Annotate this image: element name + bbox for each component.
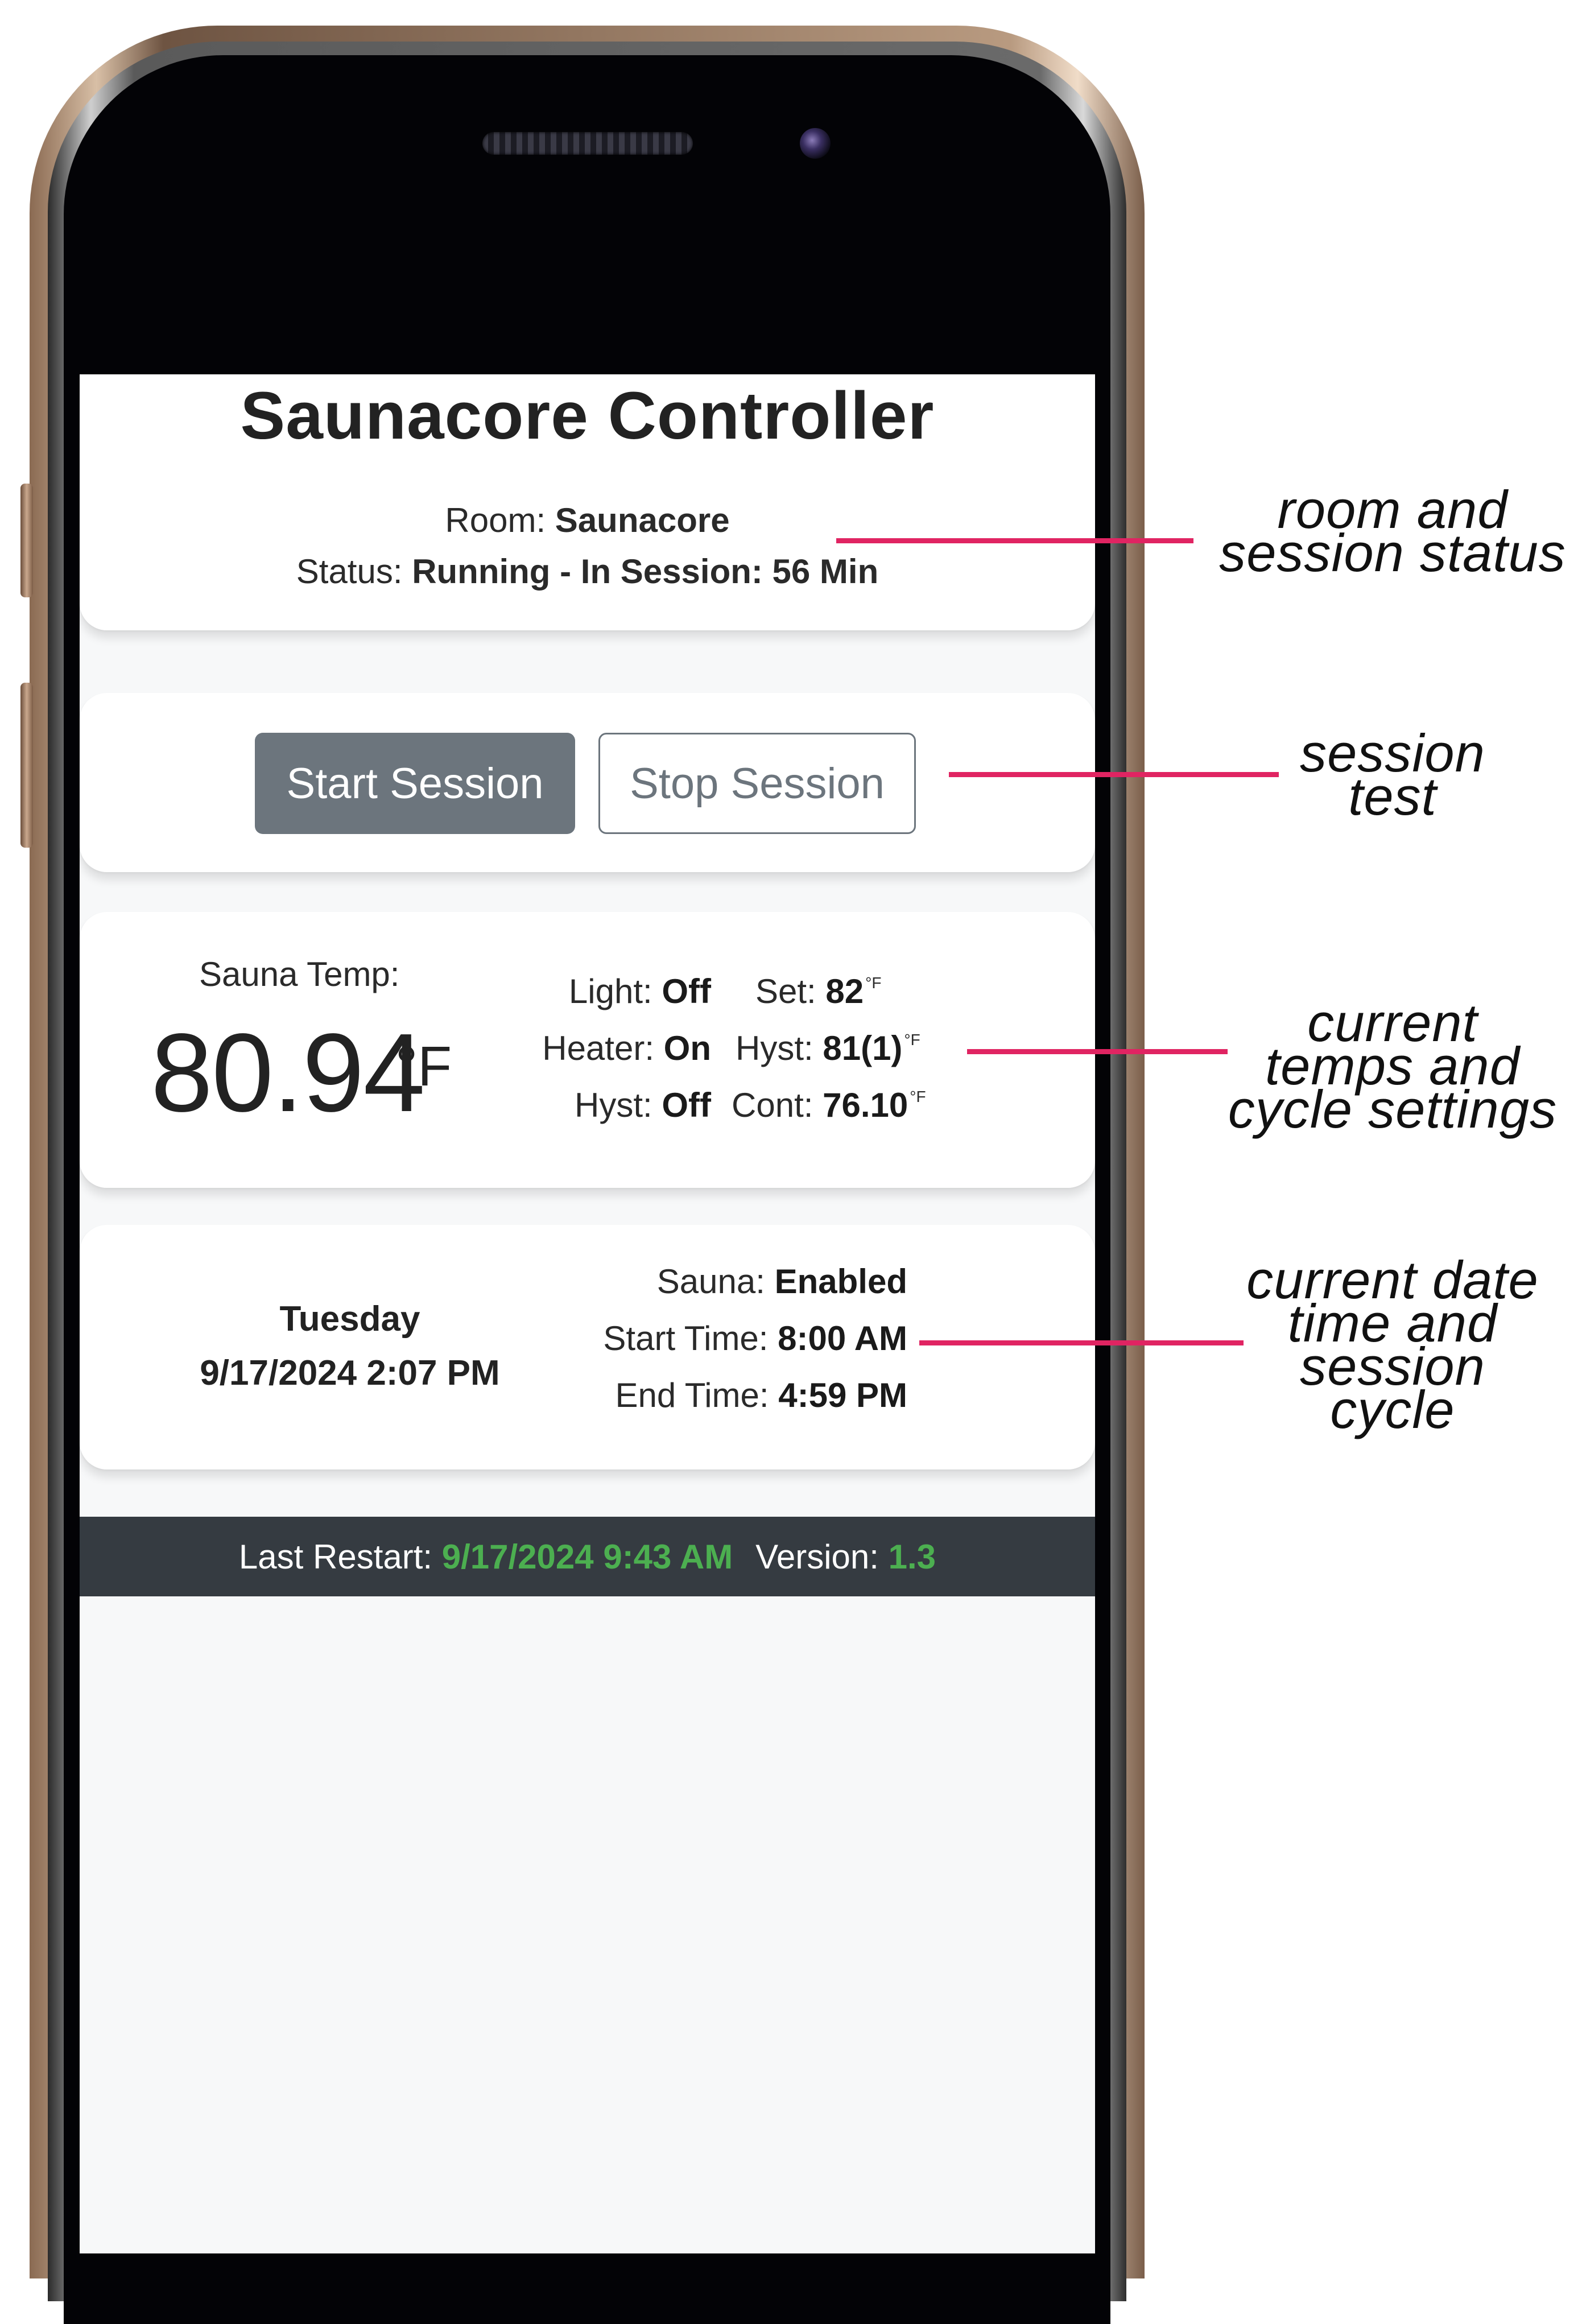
session-controls-card: Start Session Stop Session xyxy=(80,693,1095,872)
last-restart-value: 9/17/2024 9:43 AM xyxy=(441,1537,733,1576)
temperature-card: Sauna Temp: 80.94 °F Light: Off Heater: … xyxy=(80,912,1095,1188)
version-label: Version: xyxy=(755,1537,879,1576)
start-time-label: Start Time: xyxy=(603,1319,769,1357)
sauna-temp-unit: °F xyxy=(395,1035,452,1097)
heater-label: Heater: xyxy=(542,1029,654,1067)
schedule-card: Tuesday 9/17/2024 2:07 PM Sauna: Enabled… xyxy=(80,1225,1095,1469)
heater-value: On xyxy=(663,1029,711,1067)
cont-label: Cont: xyxy=(732,1086,813,1124)
annotation-session-test: session test xyxy=(1205,726,1580,826)
annotation-temps: current temps and cycle settings xyxy=(1205,996,1580,1139)
heater-status: Heater: On xyxy=(542,1029,711,1068)
room-value: Saunacore xyxy=(555,501,730,539)
hyst-state-label: Hyst: xyxy=(575,1086,652,1124)
set-value: 82 xyxy=(825,972,864,1010)
cont-temp: Cont: 76.10 °F xyxy=(732,1085,926,1125)
sauna-value: Enabled xyxy=(774,1262,907,1301)
start-time-value: 8:00 AM xyxy=(778,1319,907,1357)
sauna-temp-value: 80.94 xyxy=(151,1010,425,1135)
hyst-temp: Hyst: 81(1) °F xyxy=(736,1029,920,1068)
stop-session-button[interactable]: Stop Session xyxy=(598,733,916,834)
hyst-state-value: Off xyxy=(662,1086,711,1124)
last-restart-label: Last Restart: xyxy=(238,1537,433,1576)
start-session-button[interactable]: Start Session xyxy=(255,733,575,834)
status-line: Status: Running - In Session: 56 Min xyxy=(80,552,1095,591)
version-value: 1.3 xyxy=(888,1537,936,1576)
hyst-unit: °F xyxy=(904,1031,920,1049)
current-day: Tuesday xyxy=(279,1299,420,1339)
annotation-line-room-status xyxy=(836,538,1193,543)
hyst-status: Hyst: Off xyxy=(575,1085,711,1125)
phone-volume-down-button xyxy=(20,683,33,848)
sauna-enabled-status: Sauna: Enabled xyxy=(657,1262,907,1301)
room-label: Room: xyxy=(445,501,546,539)
end-time-value: 4:59 PM xyxy=(778,1376,907,1414)
annotation-line-date-time xyxy=(919,1340,1244,1345)
annotation-room-status: room and session status xyxy=(1205,483,1580,583)
light-value: Off xyxy=(662,972,711,1010)
set-unit: °F xyxy=(865,974,882,992)
page-title: Saunacore Controller xyxy=(240,378,935,453)
annotation-date-time: current date time and session cycle xyxy=(1205,1253,1580,1439)
phone-speaker-grille xyxy=(482,132,693,155)
annotation-room-status-line-2: session status xyxy=(1219,523,1566,583)
version: Version: 1.3 xyxy=(755,1537,936,1576)
hyst-value: 81(1) xyxy=(823,1029,903,1067)
status-label: Status: xyxy=(296,552,403,591)
sauna-temp-label: Sauna Temp: xyxy=(199,955,400,993)
phone-volume-up-button xyxy=(20,484,33,597)
end-time-label: End Time: xyxy=(615,1376,769,1414)
set-label: Set: xyxy=(755,972,816,1010)
set-temp: Set: 82 °F xyxy=(755,972,881,1011)
footer-bar: Last Restart: 9/17/2024 9:43 AM Version:… xyxy=(80,1517,1095,1596)
room-line: Room: Saunacore xyxy=(80,501,1095,540)
end-time: End Time: 4:59 PM xyxy=(615,1376,907,1415)
annotation-temps-line-3: cycle settings xyxy=(1228,1079,1558,1139)
header-card: Saunacore Controller Room: Saunacore Sta… xyxy=(80,374,1095,630)
annotation-line-temps xyxy=(967,1049,1228,1054)
app-screen: Saunacore Controller Room: Saunacore Sta… xyxy=(80,374,1095,2253)
annotation-date-time-line-4: cycle xyxy=(1330,1380,1455,1439)
light-label: Light: xyxy=(568,972,652,1010)
light-status: Light: Off xyxy=(569,972,711,1011)
hyst-label: Hyst: xyxy=(736,1029,813,1067)
last-restart: Last Restart: 9/17/2024 9:43 AM xyxy=(239,1537,733,1576)
current-datetime: 9/17/2024 2:07 PM xyxy=(200,1353,500,1393)
phone-camera-icon xyxy=(800,128,831,159)
cont-value: 76.10 xyxy=(823,1086,908,1124)
sauna-label: Sauna: xyxy=(656,1262,765,1301)
cont-unit: °F xyxy=(910,1088,926,1105)
start-time: Start Time: 8:00 AM xyxy=(603,1319,907,1358)
annotation-session-test-line-2: test xyxy=(1348,766,1437,826)
status-value: Running - In Session: 56 Min xyxy=(412,552,879,591)
